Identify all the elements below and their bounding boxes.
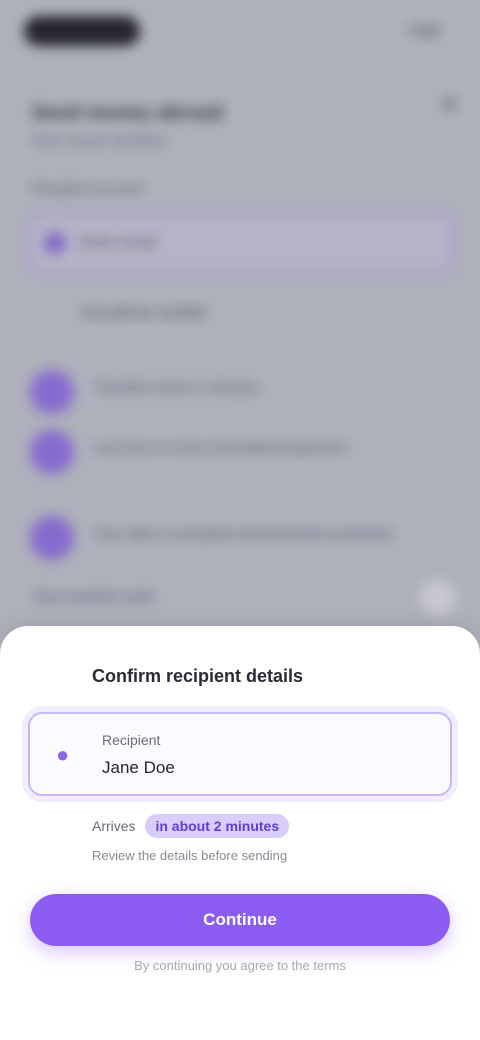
background-input[interactable]: Enter email — [28, 214, 454, 272]
close-icon[interactable]: ✕ — [440, 92, 458, 118]
bottom-sheet: Confirm recipient details ● Recipient Ar… — [0, 626, 480, 1040]
feature-icon — [30, 370, 74, 414]
help-link[interactable]: Help — [409, 22, 440, 39]
review-note: Review the details before sending — [92, 848, 288, 863]
recipient-field-label: Recipient — [102, 732, 161, 748]
delivery-info: Arrives in about 2 minutes — [92, 814, 290, 838]
feature-icon — [30, 516, 74, 560]
app-logo — [24, 16, 140, 46]
recipient-input[interactable] — [102, 758, 422, 778]
screen: Help ✕ Send money abroad Fast, secure tr… — [0, 0, 480, 1040]
sheet-title: Confirm recipient details — [92, 666, 304, 686]
alternate-method-link[interactable]: Use phone number — [80, 304, 208, 321]
user-icon — [44, 232, 66, 254]
recipient-field[interactable]: ● Recipient — [28, 712, 452, 796]
background-page: Help ✕ Send money abroad Fast, secure tr… — [0, 0, 480, 700]
person-icon: ● — [56, 742, 70, 767]
feature-text: Low fees on every international payment — [94, 439, 346, 455]
background-input-placeholder: Enter email — [80, 234, 156, 251]
feature-text: Transfers arrive in minutes — [94, 379, 260, 395]
how-it-works-link[interactable]: How transfers work — [34, 588, 154, 604]
delivery-time-badge: in about 2 minutes — [145, 814, 290, 838]
terms-text: By continuing you agree to the terms — [134, 958, 346, 973]
continue-button[interactable]: Continue — [30, 894, 450, 946]
delivery-info-prefix: Arrives — [92, 818, 136, 834]
field-label: Recipient account — [32, 180, 144, 196]
feature-icon — [30, 430, 74, 474]
page-title: Send money abroad — [32, 102, 224, 124]
page-subtitle: Fast, secure transfers — [32, 132, 168, 148]
feature-text: Your data is encrypted and protected at … — [94, 525, 394, 541]
chat-icon[interactable] — [420, 580, 456, 616]
